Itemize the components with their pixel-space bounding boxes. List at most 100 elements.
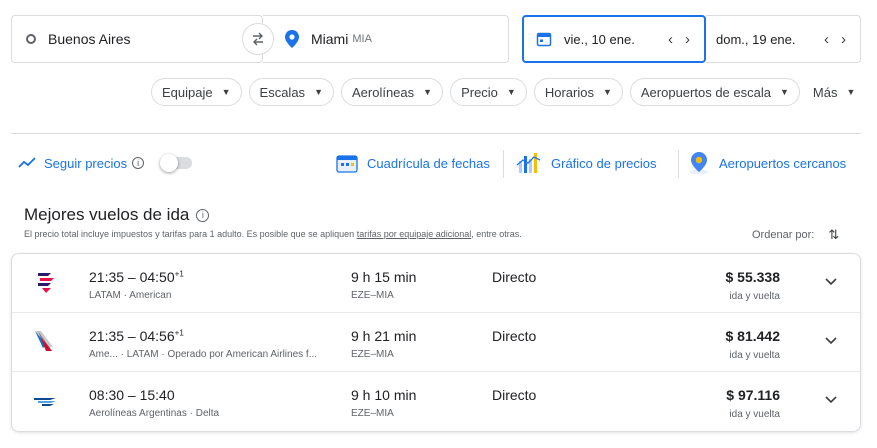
airline-names: LATAM · American <box>89 290 172 301</box>
search-form: Buenos Aires Miami MIA vie., 10 ene. ‹ ›… <box>11 15 861 63</box>
filter-label: Aerolíneas <box>351 84 415 100</box>
flight-route: EZE–MIA <box>351 290 394 301</box>
destination-code: MIA <box>352 33 372 45</box>
nearby-airports-button[interactable]: Aeropuertos cercanos <box>688 151 846 175</box>
filter-label: Horarios <box>544 84 594 100</box>
trend-line-icon <box>18 157 36 168</box>
chevron-down-icon[interactable] <box>824 333 838 347</box>
prev-return-date-button[interactable]: ‹ <box>824 31 829 48</box>
origin-circle-icon <box>26 34 36 44</box>
date-grid-button[interactable]: Cuadrícula de fechas <box>336 153 490 173</box>
flight-row[interactable]: 21:35 – 04:56+1 Ame... · LATAM · Operado… <box>12 313 860 372</box>
filter-aeropuertos-escala[interactable]: Aeropuertos de escala ▼ <box>629 78 800 106</box>
flight-route: EZE–MIA <box>351 408 394 419</box>
price-graph-icon <box>516 153 541 173</box>
caret-down-icon: ▼ <box>423 87 433 97</box>
filter-label: Equipaje <box>162 84 213 100</box>
day-offset: +1 <box>174 269 184 279</box>
sort-label: Ordenar por: <box>752 229 815 241</box>
chevron-down-icon[interactable] <box>824 392 838 406</box>
day-offset: +1 <box>174 328 184 338</box>
latam-logo-icon <box>38 273 54 293</box>
time-range: 21:35 – 04:56 <box>89 328 175 344</box>
filter-aerolineas[interactable]: Aerolíneas ▼ <box>340 78 444 106</box>
price-type: ida y vuelta <box>729 350 780 361</box>
sort-control[interactable]: Ordenar por: ⇅ <box>752 227 839 243</box>
destination-text: Miami <box>311 31 349 47</box>
caret-down-icon: ▼ <box>779 87 789 97</box>
flight-price: $ 81.442 <box>725 328 781 344</box>
filter-label: Más <box>812 84 838 100</box>
section-title: Mejores vuelos de ida i <box>24 205 210 225</box>
track-prices-toggle[interactable] <box>160 154 193 172</box>
prev-depart-date-button[interactable]: ‹ <box>668 31 673 48</box>
sort-arrows-icon[interactable]: ⇅ <box>828 227 839 243</box>
filter-label: Precio <box>461 84 498 100</box>
calendar-icon <box>536 32 552 47</box>
filter-precio[interactable]: Precio ▼ <box>450 78 527 106</box>
info-icon[interactable]: i <box>196 208 210 222</box>
filter-label: Escalas <box>259 84 306 100</box>
return-date-text: dom., 19 ene. <box>716 31 796 47</box>
price-type: ida y vuelta <box>729 291 780 302</box>
nearby-airports-label: Aeropuertos cercanos <box>719 155 847 171</box>
depart-date-field[interactable]: vie., 10 ene. ‹ › <box>522 15 706 63</box>
price-disclaimer: El precio total incluye impuestos y tari… <box>24 229 522 239</box>
info-icon[interactable]: i <box>132 157 145 169</box>
flight-price: $ 55.338 <box>725 269 781 285</box>
filter-label: Aeropuertos de escala <box>640 84 771 100</box>
date-grid-icon <box>336 155 358 173</box>
filter-horarios[interactable]: Horarios ▼ <box>533 78 623 106</box>
airline-names: Aerolíneas Argentinas · Delta <box>89 408 220 419</box>
swap-arrows-icon <box>253 32 263 46</box>
flight-row[interactable]: 21:35 – 04:50+1 LATAM · American 9 h 15 … <box>12 254 860 313</box>
time-range: 21:35 – 04:50 <box>89 269 175 285</box>
disclaimer-text: El precio total incluye impuestos y tari… <box>24 229 357 239</box>
flight-route: EZE–MIA <box>351 349 394 360</box>
flight-stops: Directo <box>492 387 537 403</box>
tool-separator <box>503 150 504 178</box>
baggage-fees-link[interactable]: tarifas por equipaje adicional <box>357 229 472 239</box>
price-graph-label: Gráfico de precios <box>551 155 657 171</box>
caret-down-icon: ▼ <box>221 87 231 97</box>
caret-down-icon: ▼ <box>506 87 516 97</box>
time-range: 08:30 – 15:40 <box>89 387 175 403</box>
filter-mas[interactable]: Más ▼ <box>807 78 861 106</box>
airline-names: Ame... · LATAM · Operado por American Ai… <box>89 349 318 360</box>
price-graph-button[interactable]: Gráfico de precios <box>516 151 657 175</box>
flight-times: 21:35 – 04:56+1 <box>89 328 184 344</box>
aerolineas-argentinas-logo-icon <box>34 398 56 406</box>
tools-bar: Seguir precios i Cuadrícula de fechas Gr… <box>18 150 861 178</box>
divider <box>11 133 861 134</box>
flight-row[interactable]: 08:30 – 15:40 Aerolíneas Argentinas · De… <box>12 372 860 431</box>
track-prices-label: Seguir precios <box>44 155 128 171</box>
flight-duration: 9 h 10 min <box>351 387 417 403</box>
flight-price: $ 97.116 <box>726 387 780 403</box>
destination-field[interactable]: Miami MIA <box>263 15 509 63</box>
next-return-date-button[interactable]: › <box>841 31 846 48</box>
filter-escalas[interactable]: Escalas ▼ <box>248 78 334 106</box>
swap-button[interactable] <box>242 23 274 55</box>
track-prices[interactable]: Seguir precios i <box>18 154 193 172</box>
caret-down-icon: ▼ <box>846 87 856 97</box>
origin-field[interactable]: Buenos Aires <box>11 15 263 63</box>
nearby-airport-pin-icon <box>690 152 708 175</box>
flight-duration: 9 h 21 min <box>351 328 417 344</box>
flight-duration: 9 h 15 min <box>351 269 417 285</box>
origin-text: Buenos Aires <box>48 31 131 47</box>
price-type: ida y vuelta <box>729 409 780 420</box>
flight-stops: Directo <box>492 269 537 285</box>
section-title-text: Mejores vuelos de ida <box>24 205 190 224</box>
american-airlines-logo-icon <box>35 331 53 351</box>
date-grid-label: Cuadrícula de fechas <box>367 155 490 171</box>
next-depart-date-button[interactable]: › <box>685 31 690 48</box>
filter-equipaje[interactable]: Equipaje ▼ <box>151 78 242 106</box>
depart-date-text: vie., 10 ene. <box>564 31 635 47</box>
chevron-down-icon[interactable] <box>824 274 838 288</box>
return-date-field[interactable]: dom., 19 ene. ‹ › <box>706 15 861 63</box>
caret-down-icon: ▼ <box>602 87 612 97</box>
flight-times: 08:30 – 15:40 <box>89 387 175 403</box>
results-list: 21:35 – 04:50+1 LATAM · American 9 h 15 … <box>11 253 861 432</box>
flight-times: 21:35 – 04:50+1 <box>89 269 184 285</box>
disclaimer-text-end: , entre otras. <box>471 229 522 239</box>
